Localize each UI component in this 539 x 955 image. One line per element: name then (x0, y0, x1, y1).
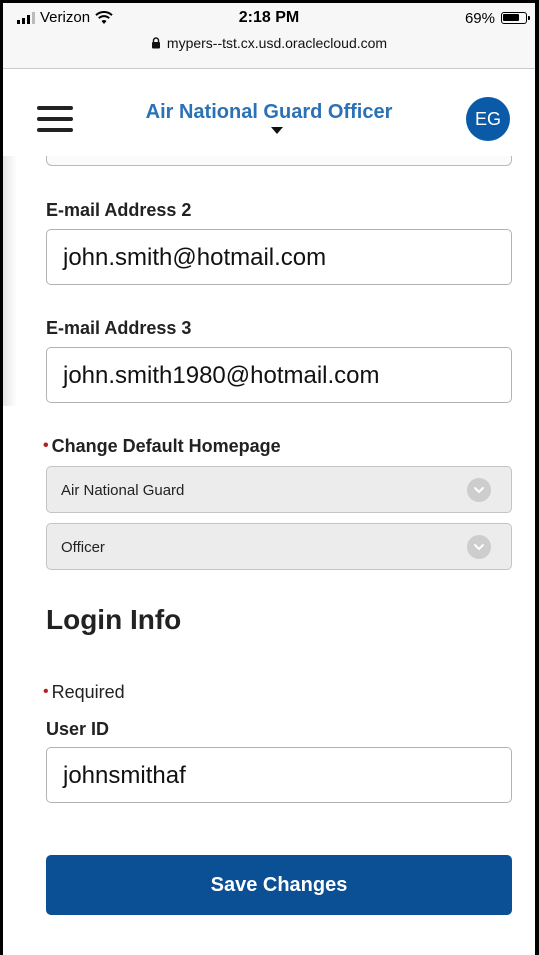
homepage-select-role[interactable]: Officer (46, 523, 512, 570)
status-time: 2:18 PM (238, 9, 300, 26)
chevron-down-icon (467, 478, 491, 502)
previous-field-partial (46, 156, 512, 166)
save-changes-button[interactable]: Save Changes (46, 855, 512, 915)
url-bar[interactable]: mypers--tst.cx.usd.oraclecloud.com (3, 35, 535, 51)
user-id-label: User ID (46, 719, 110, 739)
email3-label: E-mail Address 3 (46, 318, 192, 338)
avatar[interactable]: EG (466, 97, 510, 141)
homepage-select-role-value: Officer (61, 539, 105, 556)
required-note-text: Required (51, 682, 125, 702)
url-text: mypers--tst.cx.usd.oraclecloud.com (166, 35, 388, 51)
homepage-label: • Change Default Homepage (43, 436, 281, 457)
battery-percent: 69% (464, 10, 495, 27)
screen-frame-right (535, 0, 539, 955)
user-id-field[interactable]: johnsmithaf (46, 747, 512, 803)
header-title[interactable]: Air National Guard Officer (3, 101, 535, 124)
email2-field[interactable]: john.smith@hotmail.com (46, 229, 512, 285)
battery-icon (501, 12, 530, 24)
required-note: • Required (43, 682, 125, 703)
lock-icon (151, 37, 160, 49)
scroll-shadow (3, 156, 17, 406)
profile-form: E-mail Address 2 john.smith@hotmail.com … (3, 156, 535, 955)
email2-label: E-mail Address 2 (46, 200, 192, 220)
status-bar: Verizon 2:18 PM 69% mypers--tst.cx.usd.o… (3, 3, 535, 69)
email3-field[interactable]: john.smith1980@hotmail.com (46, 347, 512, 403)
required-dot-icon: • (43, 683, 49, 700)
login-info-heading: Login Info (46, 604, 182, 635)
required-dot-icon: • (43, 437, 49, 454)
caret-down-icon[interactable] (271, 127, 283, 134)
app-header: Air National Guard Officer EG (3, 70, 535, 156)
chevron-down-icon (467, 535, 491, 559)
homepage-select-branch-value: Air National Guard (61, 482, 185, 499)
homepage-label-text: Change Default Homepage (51, 436, 281, 456)
homepage-select-branch[interactable]: Air National Guard (46, 466, 512, 513)
